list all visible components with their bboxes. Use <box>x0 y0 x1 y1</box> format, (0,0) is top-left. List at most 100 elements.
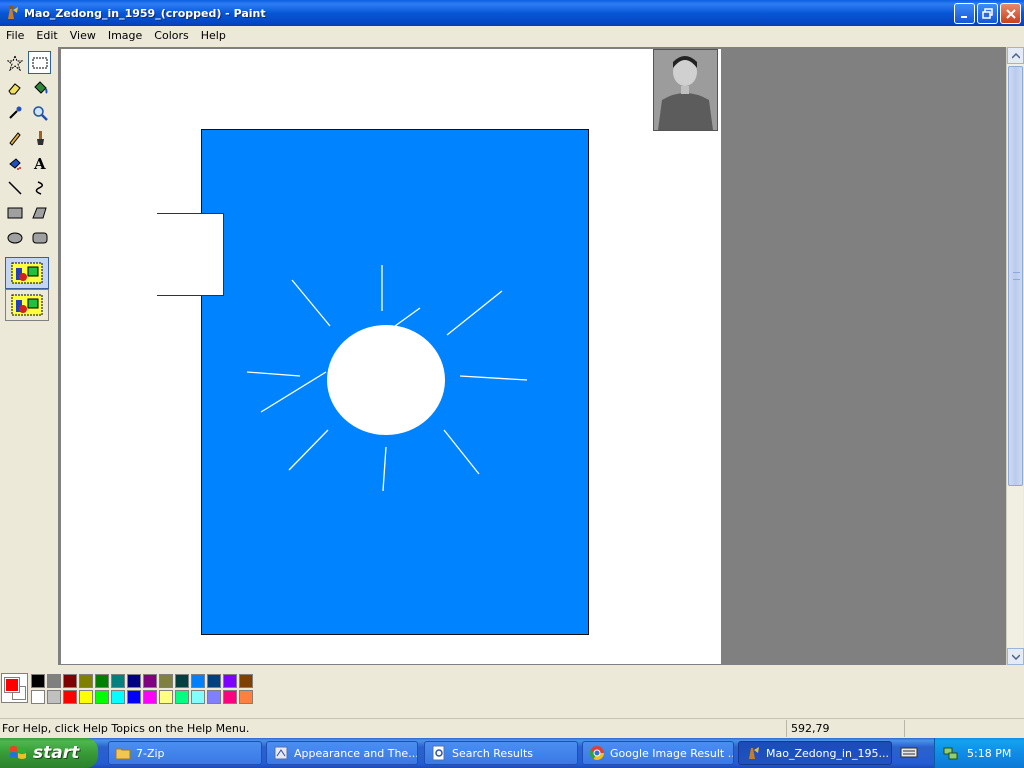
svg-text:A: A <box>33 155 46 171</box>
drawing-canvas[interactable] <box>61 49 721 664</box>
task-7zip[interactable]: 7-Zip <box>108 741 262 765</box>
sun-ray <box>382 446 387 492</box>
palette-swatch[interactable] <box>207 674 221 688</box>
task-paint[interactable]: Mao_Zedong_in_195... <box>738 741 892 765</box>
palette-swatch[interactable] <box>159 690 173 704</box>
palette-swatch[interactable] <box>111 674 125 688</box>
portrait-photo <box>653 49 718 131</box>
palette-swatch[interactable] <box>175 674 189 688</box>
brush-tool[interactable] <box>28 126 51 149</box>
windows-flag-icon <box>10 746 26 759</box>
vertical-scrollbar[interactable] <box>1006 47 1024 665</box>
minimize-icon <box>960 15 967 18</box>
brush-icon <box>36 130 44 145</box>
palette-swatch[interactable] <box>223 690 237 704</box>
palette-swatch[interactable] <box>191 674 205 688</box>
eraser-icon <box>7 82 21 94</box>
sun-ray <box>260 371 327 413</box>
palette-swatch[interactable] <box>207 690 221 704</box>
palette-swatch[interactable] <box>191 690 205 704</box>
scroll-grip <box>1013 272 1020 280</box>
palette-swatch[interactable] <box>95 674 109 688</box>
text-icon: A <box>33 155 46 171</box>
keyboard-indicator[interactable] <box>900 744 920 762</box>
ellipse-icon <box>7 232 22 243</box>
status-bar: For Help, click Help Topics on the Help … <box>0 718 1024 738</box>
fill-tool[interactable] <box>28 76 51 99</box>
transparency-option-transparent[interactable] <box>5 289 49 321</box>
restore-button[interactable] <box>977 3 998 24</box>
transparent-selection-icon <box>11 294 43 316</box>
palette-swatch[interactable] <box>31 674 45 688</box>
line-tool[interactable] <box>3 176 26 199</box>
sun-drawing <box>246 265 528 492</box>
transparency-option-opaque[interactable] <box>5 257 49 289</box>
menu-image[interactable]: Image <box>102 29 148 42</box>
palette-swatch[interactable] <box>79 674 93 688</box>
curve-tool[interactable] <box>28 176 51 199</box>
chevron-up-icon <box>1011 52 1020 59</box>
sun-circle <box>327 325 445 435</box>
control-panel-icon <box>274 746 288 760</box>
network-icon[interactable] <box>943 745 959 761</box>
menu-bar: File Edit View Image Colors Help <box>0 26 1024 45</box>
palette-swatch[interactable] <box>223 674 237 688</box>
palette-swatch[interactable] <box>143 674 157 688</box>
sun-ray <box>459 375 528 381</box>
palette-swatch[interactable] <box>239 674 253 688</box>
palette-swatch[interactable] <box>63 690 77 704</box>
palette-swatch[interactable] <box>111 690 125 704</box>
menu-colors[interactable]: Colors <box>148 29 194 42</box>
title-bar[interactable]: Mao_Zedong_in_1959_(cropped) - Paint <box>0 0 1024 26</box>
airbrush-tool[interactable] <box>3 151 26 174</box>
foreground-color <box>4 677 20 693</box>
menu-help[interactable]: Help <box>195 29 232 42</box>
palette-swatch[interactable] <box>31 690 45 704</box>
task-google-image[interactable]: Google Image Result ... <box>582 741 734 765</box>
minimize-button[interactable] <box>954 3 975 24</box>
menu-view[interactable]: View <box>64 29 102 42</box>
close-icon <box>1005 8 1016 19</box>
rounded-rectangle-tool[interactable] <box>28 226 51 249</box>
palette-swatch[interactable] <box>143 690 157 704</box>
menu-file[interactable]: File <box>0 29 30 42</box>
free-form-select-tool[interactable] <box>3 51 26 74</box>
text-tool[interactable]: A <box>28 151 51 174</box>
palette-swatch[interactable] <box>47 674 61 688</box>
task-label: 7-Zip <box>136 746 165 760</box>
sun-ray <box>291 279 331 327</box>
palette-swatch[interactable] <box>159 674 173 688</box>
scroll-down-button[interactable] <box>1007 648 1024 665</box>
scroll-thumb[interactable] <box>1008 66 1023 486</box>
palette-swatch[interactable] <box>127 674 141 688</box>
status-coordinates: 592,79 <box>786 720 904 737</box>
palette-swatch[interactable] <box>175 690 189 704</box>
task-appearance[interactable]: Appearance and The... <box>266 741 418 765</box>
task-label: Appearance and The... <box>294 746 418 760</box>
polygon-tool[interactable] <box>28 201 51 224</box>
ellipse-tool[interactable] <box>3 226 26 249</box>
eraser-tool[interactable] <box>3 76 26 99</box>
palette-swatch[interactable] <box>127 690 141 704</box>
menu-edit[interactable]: Edit <box>30 29 63 42</box>
scroll-up-button[interactable] <box>1007 47 1024 64</box>
palette-swatch[interactable] <box>239 690 253 704</box>
magnifier-tool[interactable] <box>28 101 51 124</box>
bucket-icon <box>33 80 47 94</box>
pencil-tool[interactable] <box>3 126 26 149</box>
keyboard-icon <box>900 747 918 758</box>
task-search-results[interactable]: Search Results <box>424 741 578 765</box>
start-button[interactable]: start <box>0 738 98 768</box>
close-button[interactable] <box>1000 3 1021 24</box>
sun-ray <box>394 307 421 327</box>
palette-swatch[interactable] <box>63 674 77 688</box>
pick-color-tool[interactable] <box>3 101 26 124</box>
palette-swatch[interactable] <box>79 690 93 704</box>
eyedropper-icon <box>8 106 21 119</box>
current-colors[interactable] <box>1 673 28 703</box>
palette-swatch[interactable] <box>95 690 109 704</box>
select-tool[interactable] <box>28 51 51 74</box>
clock[interactable]: 5:18 PM <box>967 747 1011 760</box>
palette-swatch[interactable] <box>47 690 61 704</box>
rectangle-tool[interactable] <box>3 201 26 224</box>
